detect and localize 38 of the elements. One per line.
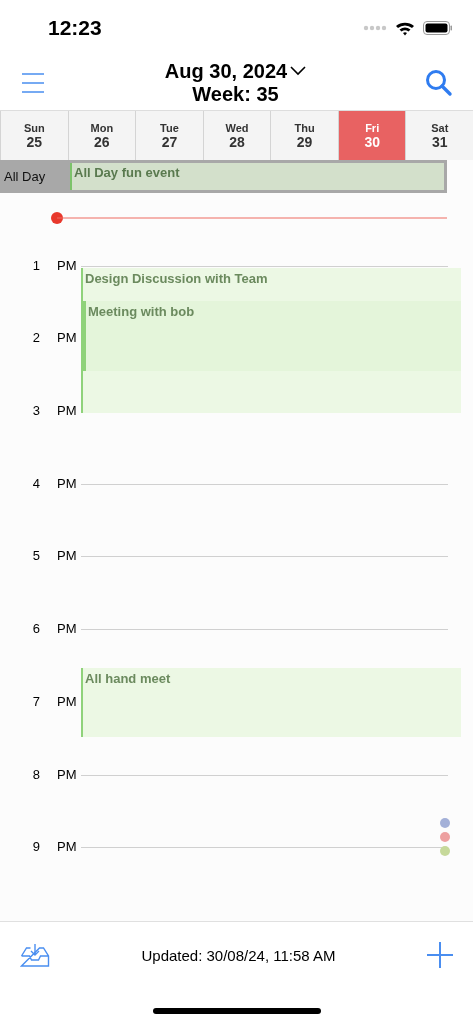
period-label: PM xyxy=(57,548,78,565)
hour-label: 8 xyxy=(31,766,40,783)
search-button[interactable] xyxy=(425,68,453,97)
add-button[interactable] xyxy=(427,942,453,968)
hour-label: 7 xyxy=(31,693,40,710)
hour-label: 9 xyxy=(31,839,40,856)
hour-label: 4 xyxy=(31,475,40,492)
plus-icon xyxy=(427,942,453,968)
chevron-down-icon xyxy=(290,66,307,76)
event-title: Design Discussion with Team xyxy=(85,270,269,286)
hour-label: 2 xyxy=(31,330,40,347)
battery-icon xyxy=(423,20,453,35)
hour-label: 6 xyxy=(31,621,40,638)
updated-status: Updated: 30/08/24, 11:58 AM xyxy=(140,946,337,964)
all-day-label: All Day xyxy=(3,168,47,186)
week-label: Week: 35 xyxy=(192,82,279,106)
period-label: PM xyxy=(57,693,78,710)
menu-button[interactable] xyxy=(20,71,46,94)
inbox-download-icon xyxy=(20,943,50,967)
menu-icon xyxy=(20,71,46,94)
period-label: PM xyxy=(57,839,78,856)
hour-label: 5 xyxy=(31,548,40,565)
event-block[interactable]: All hand meet xyxy=(81,667,461,738)
signal-dots-icon xyxy=(363,24,387,31)
period-label: PM xyxy=(57,257,78,274)
period-label: PM xyxy=(57,475,78,492)
all-day-event[interactable]: All Day fun event xyxy=(70,163,444,190)
inbox-button[interactable] xyxy=(20,943,50,967)
hour-label: 1 xyxy=(31,257,40,274)
period-label: PM xyxy=(57,621,78,638)
search-icon xyxy=(425,68,453,97)
date-picker-button[interactable]: Aug 30, 2024 xyxy=(164,59,307,83)
status-time: 12:23 xyxy=(48,15,103,40)
period-label: PM xyxy=(57,766,78,783)
hour-label: 3 xyxy=(31,403,40,420)
event-block[interactable]: Design Discussion with Team Meeting with bob xyxy=(81,267,461,414)
period-label: PM xyxy=(57,403,78,420)
period-label: PM xyxy=(57,330,78,347)
